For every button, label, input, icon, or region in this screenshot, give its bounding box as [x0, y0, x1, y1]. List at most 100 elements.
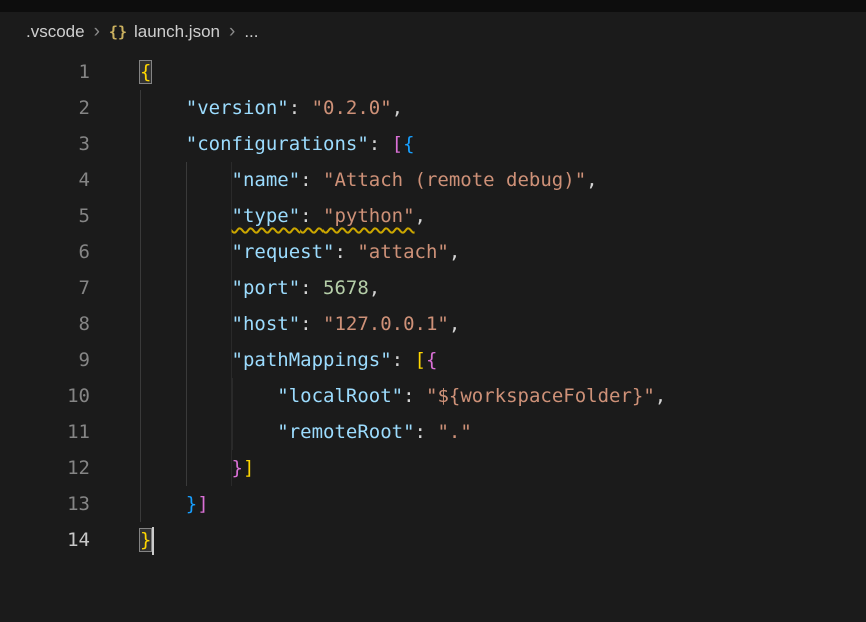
- indent-guide: [140, 234, 232, 270]
- token: ]: [197, 493, 208, 515]
- code-content: "port": 5678,: [90, 270, 380, 306]
- token: :: [300, 313, 323, 335]
- tab-bar-edge: [0, 0, 866, 12]
- token: "configurations": [186, 133, 369, 155]
- code-content: "host": "127.0.0.1",: [90, 306, 460, 342]
- token: :: [289, 97, 312, 119]
- code-content: "configurations": [{: [90, 126, 415, 162]
- indent-guide: [140, 126, 186, 162]
- code-line[interactable]: 9"pathMappings": [{: [0, 342, 866, 378]
- code-line[interactable]: 6"request": "attach",: [0, 234, 866, 270]
- token: :: [300, 277, 323, 299]
- matched-bracket-token: {: [140, 61, 151, 83]
- code-line[interactable]: 13}]: [0, 486, 866, 522]
- breadcrumb-item-symbol[interactable]: ...: [244, 22, 258, 42]
- indent-guide: [140, 378, 277, 414]
- indent-guide: [140, 306, 232, 342]
- token: 5678: [323, 277, 369, 299]
- token: {: [403, 133, 414, 155]
- line-number[interactable]: 9: [0, 342, 90, 378]
- text-cursor: [152, 527, 154, 555]
- line-number[interactable]: 1: [0, 54, 90, 90]
- token: "${workspaceFolder}": [426, 385, 655, 407]
- editor-lines[interactable]: 1{2"version": "0.2.0",3"configurations":…: [0, 52, 866, 622]
- token: ".": [437, 421, 471, 443]
- code-content: "type": "python",: [90, 198, 426, 234]
- token: ,: [415, 205, 426, 227]
- line-number[interactable]: 4: [0, 162, 90, 198]
- code-content: {: [90, 54, 151, 90]
- token: :: [334, 241, 357, 263]
- code-line[interactable]: 4"name": "Attach (remote debug)",: [0, 162, 866, 198]
- token: ,: [586, 169, 597, 191]
- line-number[interactable]: 8: [0, 306, 90, 342]
- token: :: [300, 169, 323, 191]
- code-line[interactable]: 8"host": "127.0.0.1",: [0, 306, 866, 342]
- token: {: [426, 349, 437, 371]
- code-line[interactable]: 11"remoteRoot": ".": [0, 414, 866, 450]
- line-number[interactable]: 12: [0, 450, 90, 486]
- token: ,: [655, 385, 666, 407]
- line-number[interactable]: 2: [0, 90, 90, 126]
- token: ,: [369, 277, 380, 299]
- token: "port": [232, 277, 301, 299]
- code-line[interactable]: 12}]: [0, 450, 866, 486]
- token: "localRoot": [277, 385, 403, 407]
- chevron-right-icon: ›: [94, 22, 100, 43]
- code-content: "remoteRoot": ".": [90, 414, 472, 450]
- code-line[interactable]: 14}: [0, 522, 866, 558]
- line-number[interactable]: 13: [0, 486, 90, 522]
- token: :: [415, 421, 438, 443]
- token: "pathMappings": [232, 349, 392, 371]
- indent-guide: [140, 90, 186, 126]
- code-line[interactable]: 3"configurations": [{: [0, 126, 866, 162]
- line-number[interactable]: 11: [0, 414, 90, 450]
- code-line[interactable]: 5"type": "python",: [0, 198, 866, 234]
- token: :: [392, 349, 415, 371]
- token: "attach": [357, 241, 449, 263]
- line-number[interactable]: 6: [0, 234, 90, 270]
- line-number[interactable]: 5: [0, 198, 90, 234]
- code-line[interactable]: 7"port": 5678,: [0, 270, 866, 306]
- code-content: "version": "0.2.0",: [90, 90, 403, 126]
- code-content: }]: [90, 450, 254, 486]
- token: "Attach (remote debug)": [323, 169, 586, 191]
- token: "remoteRoot": [277, 421, 414, 443]
- line-number[interactable]: 10: [0, 378, 90, 414]
- indent-guide: [140, 162, 232, 198]
- line-number[interactable]: 3: [0, 126, 90, 162]
- token: ,: [449, 313, 460, 335]
- token: "0.2.0": [312, 97, 392, 119]
- token: "version": [186, 97, 289, 119]
- code-content: "pathMappings": [{: [90, 342, 437, 378]
- token: "python": [323, 205, 415, 227]
- breadcrumb-item-file[interactable]: {} launch.json: [109, 22, 220, 42]
- indent-guide: [140, 198, 232, 234]
- code-content: "name": "Attach (remote debug)",: [90, 162, 598, 198]
- breadcrumb-item-folder[interactable]: .vscode: [26, 22, 85, 42]
- indent-guide: [140, 414, 277, 450]
- token: :: [300, 205, 323, 227]
- line-number[interactable]: 7: [0, 270, 90, 306]
- breadcrumb: .vscode › {} launch.json › ...: [0, 12, 866, 52]
- code-line[interactable]: 2"version": "0.2.0",: [0, 90, 866, 126]
- token: :: [369, 133, 392, 155]
- code-content: "localRoot": "${workspaceFolder}",: [90, 378, 666, 414]
- token: "request": [232, 241, 335, 263]
- token: "host": [232, 313, 301, 335]
- code-content: }]: [90, 486, 209, 522]
- chevron-right-icon: ›: [229, 22, 235, 43]
- token: [: [392, 133, 403, 155]
- code-content: "request": "attach",: [90, 234, 460, 270]
- token: ,: [392, 97, 403, 119]
- indent-guide: [140, 342, 232, 378]
- token: "type": [232, 205, 301, 227]
- indent-guide: [140, 450, 232, 486]
- code-line[interactable]: 10"localRoot": "${workspaceFolder}",: [0, 378, 866, 414]
- json-file-icon: {}: [109, 23, 127, 41]
- token: :: [403, 385, 426, 407]
- token: "name": [232, 169, 301, 191]
- code-line[interactable]: 1{: [0, 54, 866, 90]
- matched-bracket-token: }: [140, 529, 151, 551]
- line-number[interactable]: 14: [0, 522, 90, 558]
